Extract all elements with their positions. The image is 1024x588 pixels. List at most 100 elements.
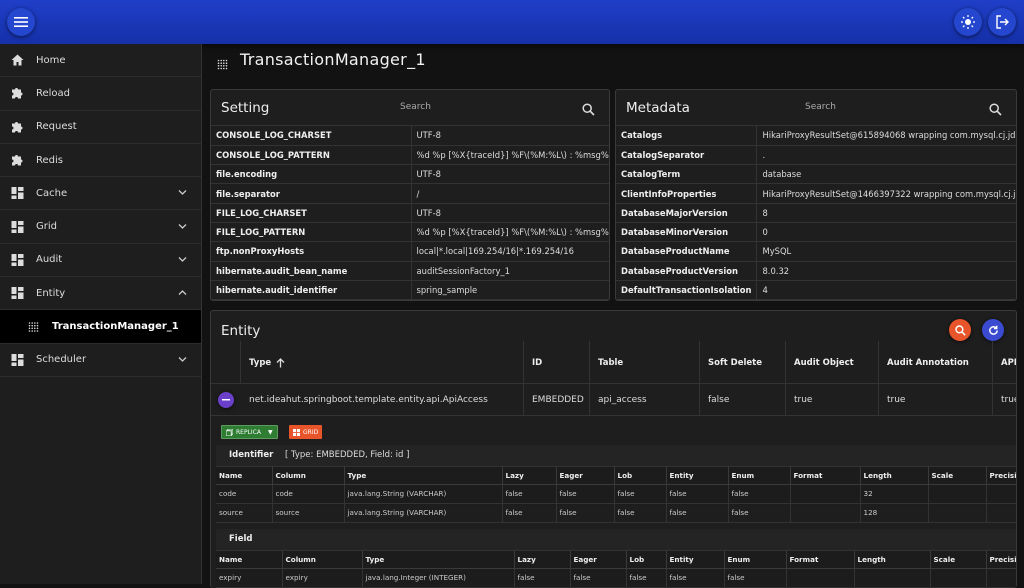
cell bbox=[928, 484, 987, 504]
setting-table: CONSOLE_LOG_CHARSET UTF-8 CONSOLE_LOG_PAT… bbox=[211, 126, 609, 300]
logout-button[interactable] bbox=[988, 8, 1016, 36]
identifier-section: Identifier [ Type: EMBEDDED, Field: id ]… bbox=[216, 445, 1016, 523]
sort-arrow-up-icon bbox=[276, 357, 285, 367]
cell: false bbox=[666, 568, 725, 588]
caret-down-icon: ▼ bbox=[267, 428, 273, 436]
table-row: hibernate.audit_bean_name auditSessionFac… bbox=[211, 261, 609, 281]
setting-key: file.encoding bbox=[211, 164, 412, 185]
setting-value: local|*.local|169.254/16|*.169.254/16 bbox=[411, 241, 609, 262]
metadata-value: 8 bbox=[756, 203, 1016, 223]
col-audit-object[interactable]: Audit Object bbox=[786, 341, 879, 384]
col-table[interactable]: Table bbox=[590, 341, 700, 384]
sidebar-item-label: Entity bbox=[36, 287, 66, 299]
cell bbox=[786, 568, 855, 588]
dots-grid-icon bbox=[217, 55, 228, 74]
field-title: Field bbox=[229, 534, 253, 544]
setting-value: spring_sample bbox=[411, 280, 609, 300]
search-icon[interactable] bbox=[582, 101, 595, 120]
dashboard-icon bbox=[11, 220, 24, 233]
identifier-table: Name Column Type Lazy Eager Lob Entity Enum Form… bbox=[216, 467, 1016, 523]
entity-type-cell: net.ideahut.springboot.template.entity.a… bbox=[241, 384, 524, 416]
cell: false bbox=[502, 484, 557, 504]
dots-grid-icon bbox=[27, 320, 40, 333]
entity-refresh-button[interactable] bbox=[982, 319, 1004, 341]
table-row: DatabaseMajorVersion 8 bbox=[616, 203, 1016, 223]
cell: false bbox=[556, 503, 615, 523]
chevron-down-icon bbox=[178, 354, 187, 365]
grid-button[interactable]: GRID bbox=[289, 425, 323, 439]
col-id[interactable]: ID bbox=[524, 341, 590, 384]
col-type[interactable]: Type bbox=[241, 341, 524, 384]
metadata-key: DatabaseProductVersion bbox=[616, 261, 758, 281]
cell: java.lang.String (VARCHAR) bbox=[344, 484, 503, 504]
table-row: DefaultTransactionIsolation 4 bbox=[616, 280, 1016, 300]
cell: false bbox=[666, 484, 729, 504]
entity-table-cell: api_access bbox=[590, 384, 700, 416]
cell: false bbox=[502, 503, 557, 523]
sidebar-item-cache[interactable]: Cache bbox=[0, 177, 201, 211]
sidebar-item-request[interactable]: Request bbox=[0, 111, 201, 144]
field-section: Field Name Column Type Lazy Eager Lob Entity En… bbox=[216, 529, 1016, 588]
table-row: expiry expiry java.lang.Integer (INTEGER) f… bbox=[216, 568, 1016, 588]
dashboard-icon bbox=[11, 187, 24, 200]
table-header-row: Name Column Type Lazy Eager Lob Entity Enum Form… bbox=[216, 551, 1016, 569]
setting-search-input[interactable]: Search bbox=[400, 102, 431, 112]
metadata-key: CatalogSeparator bbox=[616, 145, 758, 166]
cell: false bbox=[614, 503, 667, 523]
cell bbox=[790, 503, 861, 523]
sidebar-item-label: Request bbox=[36, 121, 77, 133]
search-icon[interactable] bbox=[989, 101, 1002, 120]
sidebar-item-redis[interactable]: Redis bbox=[0, 144, 201, 178]
setting-value: UTF-8 bbox=[411, 126, 609, 146]
sidebar-item-home[interactable]: Home bbox=[0, 44, 201, 78]
sidebar-item-entity[interactable]: Entity bbox=[0, 277, 201, 311]
setting-key: FILE_LOG_PATTERN bbox=[211, 222, 412, 243]
column-label: Column bbox=[282, 551, 363, 569]
sidebar-item-scheduler[interactable]: Scheduler bbox=[0, 344, 201, 377]
column-label: Length bbox=[860, 467, 929, 485]
col-audit-annotation[interactable]: Audit Annotation bbox=[879, 341, 993, 384]
top-app-bar bbox=[0, 0, 1024, 44]
cell: false bbox=[724, 568, 787, 588]
metadata-value: HikariProxyResultSet@1466397322 wrapping… bbox=[756, 183, 1016, 204]
menu-button[interactable] bbox=[7, 8, 35, 36]
sidebar-item-label: Reload bbox=[36, 87, 71, 99]
column-label: Format bbox=[790, 467, 861, 485]
copy-icon bbox=[226, 428, 233, 436]
chevron-up-icon bbox=[178, 288, 187, 299]
table-row: CatalogSeparator. bbox=[616, 145, 1016, 166]
column-label: Table bbox=[598, 357, 624, 368]
minus-icon bbox=[222, 399, 230, 401]
column-label: Audit Object bbox=[794, 357, 854, 368]
metadata-value: 8.0.32 bbox=[756, 261, 1016, 281]
sidebar-item-transactionmanager-1[interactable]: TransactionManager_1 bbox=[0, 310, 201, 344]
refresh-icon bbox=[988, 325, 998, 335]
metadata-value: 4 bbox=[756, 280, 1016, 300]
table-row: CONSOLE_LOG_PATTERN %d %p [%X{traceId}] %… bbox=[211, 145, 609, 166]
sidebar: Home Reload Request Redis Cache Grid Aud… bbox=[0, 44, 202, 584]
entity-search-button[interactable] bbox=[949, 319, 971, 341]
column-label: Column bbox=[272, 467, 345, 485]
metadata-title: Metadata bbox=[626, 100, 690, 116]
metadata-key: DefaultTransactionIsolation bbox=[616, 280, 758, 300]
page-title: TransactionManager_1 bbox=[240, 50, 426, 69]
theme-toggle-button[interactable] bbox=[954, 8, 982, 36]
sidebar-item-audit[interactable]: Audit bbox=[0, 244, 201, 278]
puzzle-icon bbox=[11, 154, 24, 167]
table-row: ftp.nonProxyHosts local|*.local|169.254/1… bbox=[211, 241, 609, 262]
metadata-panel: Metadata Search Catalogs HikariProxyResul… bbox=[615, 89, 1017, 301]
sidebar-item-grid[interactable]: Grid bbox=[0, 210, 201, 244]
sidebar-item-label: Audit bbox=[36, 254, 63, 266]
table-row[interactable]: net.ideahut.springboot.template.entity.a… bbox=[211, 384, 1016, 416]
col-api[interactable]: API bbox=[993, 341, 1016, 384]
replica-button[interactable]: REPLICA ▼ bbox=[221, 425, 278, 439]
dashboard-icon bbox=[11, 253, 24, 266]
table-row: code code java.lang.String (VARCHAR) false f… bbox=[216, 484, 1016, 504]
collapse-row-button[interactable] bbox=[218, 392, 234, 408]
home-icon bbox=[11, 54, 24, 67]
col-soft-delete[interactable]: Soft Delete bbox=[700, 341, 786, 384]
metadata-search-input[interactable]: Search bbox=[805, 102, 836, 112]
sidebar-item-reload[interactable]: Reload bbox=[0, 77, 201, 111]
setting-value: UTF-8 bbox=[411, 203, 609, 223]
chevron-down-icon bbox=[178, 221, 187, 232]
